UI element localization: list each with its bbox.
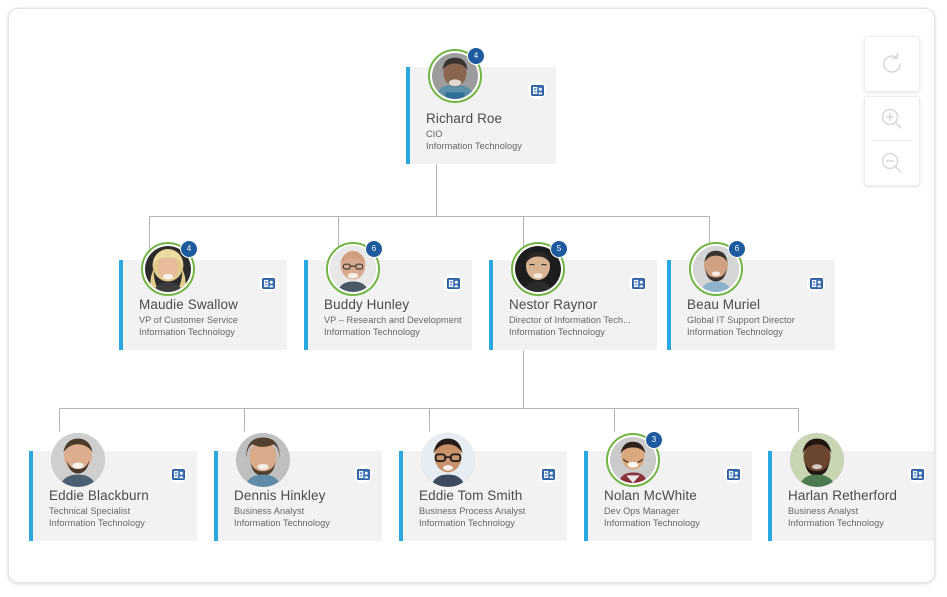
avatar[interactable]: 4 [428,47,485,103]
node-details: Richard Roe CIO Information Technology [410,110,556,152]
zoom-in-button[interactable] [865,97,919,140]
reports-count-badge[interactable]: 4 [467,47,485,65]
id-card-icon[interactable] [724,465,742,483]
person-department: Information Technology [687,327,783,337]
person-name: Eddie Tom Smith [419,488,523,503]
node-details: Harlan Retherford Business Analyst Infor… [772,487,934,529]
person-name: Beau Muriel [687,297,761,312]
avatar[interactable]: 5 [511,240,568,296]
avatar[interactable] [51,433,105,487]
id-card-icon[interactable] [528,81,546,99]
avatar[interactable] [236,433,290,487]
person-name: Buddy Hunley [324,297,410,312]
avatar-ring [421,433,475,487]
person-department: Information Technology [49,518,145,528]
node-details: Beau Muriel Global IT Support Director I… [671,296,835,338]
node-details: Maudie Swallow VP of Customer Service In… [123,296,287,338]
org-node-nestor-raynor[interactable]: Nestor Raynor Director of Information Te… [489,240,657,350]
id-card-icon[interactable] [807,274,825,292]
org-node-dennis-hinkley[interactable]: Dennis Hinkley Business Analyst Informat… [214,433,382,541]
person-department: Information Technology [324,327,420,337]
avatar-photo [790,433,844,487]
person-title: Global IT Support Director [687,315,795,325]
person-name: Richard Roe [426,111,503,126]
person-department: Information Technology [509,327,605,337]
org-node-maudie-swallow[interactable]: Maudie Swallow VP of Customer Service In… [119,240,287,350]
node-details: Nolan McWhite Dev Ops Manager Informatio… [588,487,752,529]
org-node-eddie-tom-smith[interactable]: Eddie Tom Smith Business Process Analyst… [399,433,567,541]
avatar[interactable]: 3 [606,431,663,487]
person-department: Information Technology [788,518,884,528]
person-name: Harlan Retherford [788,488,898,503]
id-card-icon[interactable] [539,465,557,483]
person-title: VP of Customer Service [139,315,238,325]
person-title: Business Analyst [788,506,859,516]
person-name: Nolan McWhite [604,488,697,503]
person-title: VP – Research and Development [324,315,462,325]
org-node-eddie-blackburn[interactable]: Eddie Blackburn Technical Specialist Inf… [29,433,197,541]
person-department: Information Technology [426,141,522,151]
org-node-nolan-mcwhite[interactable]: Nolan McWhite Dev Ops Manager Informatio… [584,431,752,541]
person-title: Business Process Analyst [419,506,526,516]
id-card-icon[interactable] [444,274,462,292]
person-title: Technical Specialist [49,506,131,516]
id-card-icon[interactable] [908,465,926,483]
person-name: Maudie Swallow [139,297,238,312]
zoom-in-icon [881,108,902,129]
person-title: Dev Ops Manager [604,506,680,516]
avatar-ring [790,433,844,487]
avatar[interactable]: 4 [141,240,198,296]
reset-panel[interactable] [864,36,920,92]
avatar[interactable] [790,433,844,487]
avatar-photo [236,433,290,487]
org-chart-canvas[interactable]: Richard Roe CIO Information Technology 4… [8,8,935,583]
person-name: Nestor Raynor [509,297,598,312]
node-details: Eddie Blackburn Technical Specialist Inf… [33,487,197,529]
person-title: Business Analyst [234,506,305,516]
org-node-richard-roe[interactable]: Richard Roe CIO Information Technology 4 [406,47,556,164]
id-card-icon[interactable] [354,465,372,483]
avatar-ring [51,433,105,487]
avatar-photo [421,433,475,487]
node-details: Eddie Tom Smith Business Process Analyst… [403,487,567,529]
avatar[interactable] [421,433,475,487]
person-title: Director of Information Tech... [509,315,631,325]
reports-count-badge[interactable]: 6 [365,240,383,258]
screenshot-root: Richard Roe CIO Information Technology 4… [0,0,947,597]
person-name: Dennis Hinkley [234,488,326,503]
node-details: Buddy Hunley VP – Research and Developme… [308,296,472,338]
person-department: Information Technology [419,518,515,528]
reports-count-badge[interactable]: 4 [180,240,198,258]
person-department: Information Technology [604,518,700,528]
id-card-icon[interactable] [259,274,277,292]
zoom-panel[interactable] [864,96,920,186]
person-title: CIO [426,129,443,139]
avatar-photo [51,433,105,487]
zoom-out-button[interactable] [865,141,919,184]
avatar[interactable]: 6 [689,240,746,296]
id-card-icon[interactable] [629,274,647,292]
id-card-icon[interactable] [169,465,187,483]
person-department: Information Technology [234,518,330,528]
reports-count-badge[interactable]: 6 [728,240,746,258]
person-name: Eddie Blackburn [49,488,149,503]
reports-count-badge[interactable]: 3 [645,431,663,449]
node-details: Nestor Raynor Director of Information Te… [493,296,657,338]
refresh-icon [883,52,901,73]
org-node-buddy-hunley[interactable]: Buddy Hunley VP – Research and Developme… [304,240,472,350]
zoom-out-icon [881,152,902,173]
avatar[interactable]: 6 [326,240,383,296]
avatar-ring [236,433,290,487]
person-department: Information Technology [139,327,235,337]
org-node-harlan-retherford[interactable]: Harlan Retherford Business Analyst Infor… [768,433,934,541]
org-node-beau-muriel[interactable]: Beau Muriel Global IT Support Director I… [667,240,835,350]
reports-count-badge[interactable]: 5 [550,240,568,258]
reset-layout-button[interactable] [865,37,919,91]
node-details: Dennis Hinkley Business Analyst Informat… [218,487,382,529]
